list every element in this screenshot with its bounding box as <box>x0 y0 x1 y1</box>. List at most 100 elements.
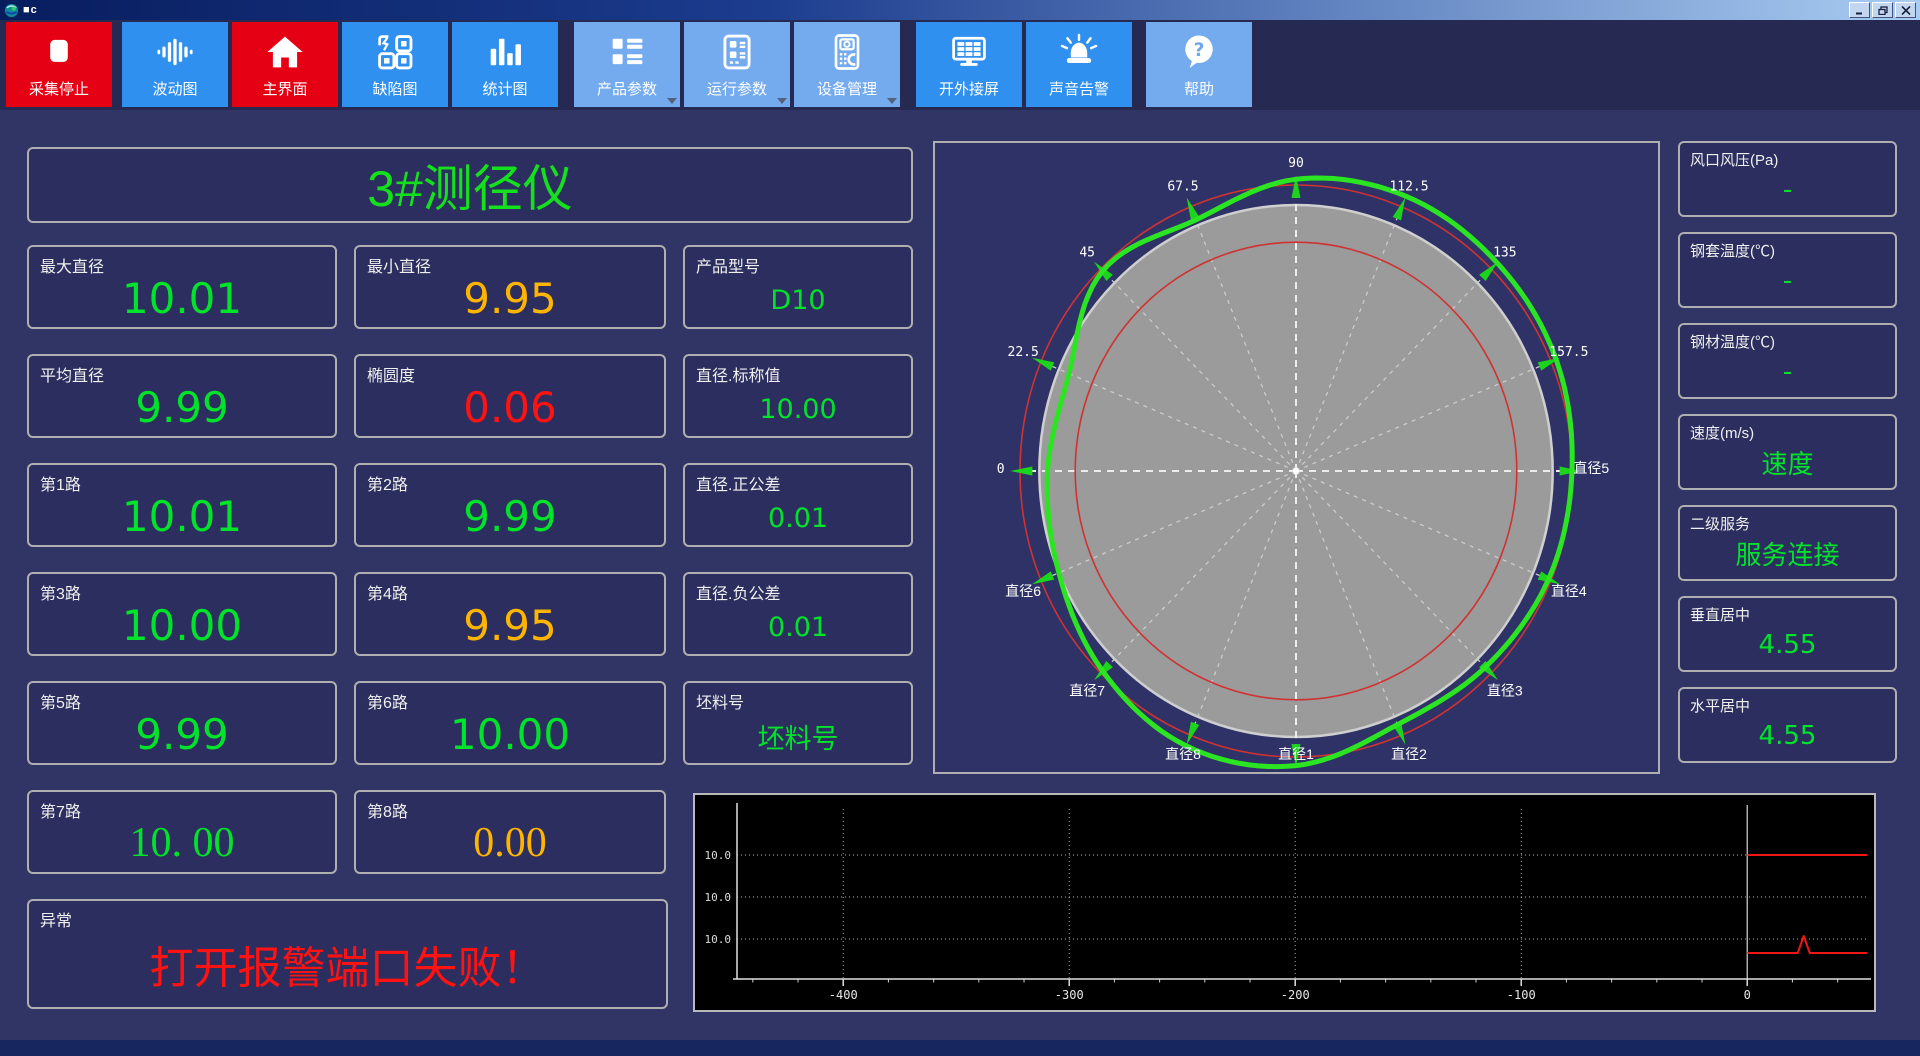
toolbar-button-label: 统计图 <box>482 81 528 98</box>
metric-cell-billet-no: 坯料号 坯料号 <box>683 681 913 765</box>
side-box-secondary-service: 二级服务 服务连接 <box>1678 505 1897 581</box>
toolbar-button-label: 波动图 <box>152 81 198 98</box>
side-box-tuyere-pressure: 风口风压(Pa) - <box>1678 141 1897 217</box>
toolbar-button-help[interactable]: ? 帮助 <box>1146 22 1252 107</box>
metric-value-path-3: 10.00 <box>121 600 243 650</box>
toolbar-button-run-params[interactable]: 运行参数 <box>684 22 790 107</box>
polar-angle-label: 157.5 <box>1549 345 1588 360</box>
trend-y-label: 10.0 <box>705 933 732 946</box>
minimize-icon <box>1855 12 1862 14</box>
side-value-steel-temperature: - <box>1782 356 1793 387</box>
side-box-sleeve-temperature: 钢套温度(℃) - <box>1678 232 1897 308</box>
metric-value-max-diameter: 10.01 <box>121 273 243 323</box>
polar-diameter-label: 直径8 <box>1165 746 1201 762</box>
metric-value-path-7: 10. 00 <box>129 820 235 866</box>
minimize-button[interactable] <box>1849 2 1870 18</box>
polar-diameter-label: 直径6 <box>1005 583 1041 599</box>
polar-diameter-label: 直径7 <box>1069 682 1105 698</box>
trend-x-label: 0 <box>1744 988 1751 1002</box>
app-logo-icon <box>4 3 19 18</box>
polar-angle-label: 22.5 <box>1008 345 1039 360</box>
bar-chart-icon <box>483 30 527 74</box>
metric-cell-path-4: 第4路 9.95 <box>354 572 666 656</box>
toolbar-button-product-params[interactable]: 产品参数 <box>574 22 680 107</box>
diameter-gauge-app: ■c 采集停止 波动图 主界面 缺陷图 统计图 产品参数 运行参数 设备管理 开外接屏 声音告警?… <box>0 0 1920 1056</box>
toolbar-button-sound-alarm[interactable]: 声音告警 <box>1026 22 1132 107</box>
metric-cell-path-8: 第8路 0.00 <box>354 790 666 874</box>
metric-cell-path-6: 第6路 10.00 <box>354 681 666 765</box>
metric-value-billet-no: 坯料号 <box>757 723 839 755</box>
polar-angle-label: 90 <box>1288 156 1304 171</box>
metrics-grid: 最大直径 10.01 最小直径 9.95 产品型号 D10 平均直径 9.99 椭圆度 0.06 直… <box>27 245 913 874</box>
toolbar-button-statistics-chart[interactable]: 统计图 <box>452 22 558 107</box>
metric-cell-diameter-plus-tol: 直径.正公差 0.01 <box>683 463 913 547</box>
gauge-title: 3#测径仪 <box>367 161 573 217</box>
restore-button[interactable] <box>1872 2 1893 18</box>
metric-cell-product-model: 产品型号 D10 <box>683 245 913 329</box>
metric-value-product-model: D10 <box>770 284 826 316</box>
metric-cell-path-3: 第3路 10.00 <box>27 572 337 656</box>
polar-diameter-label: 直径5 <box>1573 460 1609 476</box>
side-box-steel-temperature: 钢材温度(℃) - <box>1678 323 1897 399</box>
metric-value-ovality: 0.06 <box>463 382 557 432</box>
defect-grid-icon <box>373 30 417 74</box>
dropdown-arrow-icon <box>777 98 787 104</box>
metric-value-path-4: 9.95 <box>463 600 557 650</box>
metric-cell-avg-diameter: 平均直径 9.99 <box>27 354 337 438</box>
toolbar-button-label: 产品参数 <box>596 81 657 98</box>
dropdown-arrow-icon <box>887 98 897 104</box>
run-params-icon <box>715 30 759 74</box>
stop-icon <box>37 30 81 74</box>
toolbar-button-wave-chart[interactable]: 波动图 <box>122 22 228 107</box>
metric-cell-path-2: 第2路 9.99 <box>354 463 666 547</box>
side-value-tuyere-pressure: - <box>1782 174 1793 205</box>
device-manage-icon <box>825 30 869 74</box>
metric-value-min-diameter: 9.95 <box>463 273 557 323</box>
close-icon <box>1901 5 1910 15</box>
metric-cell-path-7: 第7路 10. 00 <box>27 790 337 874</box>
home-icon <box>263 30 307 74</box>
toolbar-button-label: 帮助 <box>1183 81 1214 98</box>
metric-cell-max-diameter: 最大直径 10.01 <box>27 245 337 329</box>
polar-diameter-label: 直径1 <box>1278 746 1314 762</box>
toolbar-button-external-screen[interactable]: 开外接屏 <box>916 22 1022 107</box>
metric-cell-path-1: 第1路 10.01 <box>27 463 337 547</box>
trend-y-label: 10.0 <box>705 891 732 904</box>
metric-value-diameter-minus-tol: 0.01 <box>767 611 829 643</box>
side-box-vertical-center: 垂直居中 4.55 <box>1678 596 1897 672</box>
toolbar-button-main-screen[interactable]: 主界面 <box>232 22 338 107</box>
metric-value-diameter-plus-tol: 0.01 <box>767 502 829 534</box>
toolbar-button-label: 声音告警 <box>1048 81 1109 98</box>
trend-y-label: 10.0 <box>705 849 732 862</box>
toolbar-button-label: 开外接屏 <box>938 81 999 98</box>
polar-diameter-label: 直径3 <box>1487 682 1523 698</box>
toolbar-button-device-manage[interactable]: 设备管理 <box>794 22 900 107</box>
bottom-strip <box>0 1040 1920 1056</box>
dropdown-arrow-icon <box>667 98 677 104</box>
trend-chart: 10.0 10.0 10.0 -400 -300 -200 -100 0 <box>705 803 1871 1002</box>
svg-text:?: ? <box>1194 40 1205 61</box>
polar-angle-label: 67.5 <box>1167 179 1198 194</box>
toolbar-button-stop-acquisition[interactable]: 采集停止 <box>6 22 112 107</box>
polar-diameter-label: 直径2 <box>1391 746 1427 762</box>
side-value-speed: 速度 <box>1761 450 1814 480</box>
side-value-vertical-center: 4.55 <box>1758 629 1817 660</box>
trend-chart-panel: 10.0 10.0 10.0 -400 -300 -200 -100 0 <box>693 793 1876 1012</box>
side-box-speed: 速度(m/s) 速度 <box>1678 414 1897 490</box>
side-value-sleeve-temperature: - <box>1782 265 1793 296</box>
toolbar: 采集停止 波动图 主界面 缺陷图 统计图 产品参数 运行参数 设备管理 开外接屏 声音告警? 帮助 <box>0 20 1920 110</box>
metric-cell-ovality: 椭圆度 0.06 <box>354 354 666 438</box>
siren-icon <box>1057 30 1101 74</box>
polar-angle-label: 112.5 <box>1389 179 1428 194</box>
toolbar-button-label: 采集停止 <box>28 81 89 98</box>
metric-value-diameter-nominal: 10.00 <box>759 393 837 425</box>
waveform-icon <box>153 30 197 74</box>
toolbar-button-label: 主界面 <box>262 81 308 98</box>
polar-profile-panel: 0 22.5 45 67.5 90 112.5 135 157.5 直径5 直径4 直径3 直径2 直径… <box>933 141 1660 774</box>
close-button[interactable] <box>1895 2 1916 18</box>
metric-cell-diameter-minus-tol: 直径.负公差 0.01 <box>683 572 913 656</box>
metric-value-avg-diameter: 9.99 <box>135 382 229 432</box>
toolbar-button-defect-chart[interactable]: 缺陷图 <box>342 22 448 107</box>
side-value-horizontal-center: 4.55 <box>1758 720 1817 751</box>
side-box-horizontal-center: 水平居中 4.55 <box>1678 687 1897 763</box>
